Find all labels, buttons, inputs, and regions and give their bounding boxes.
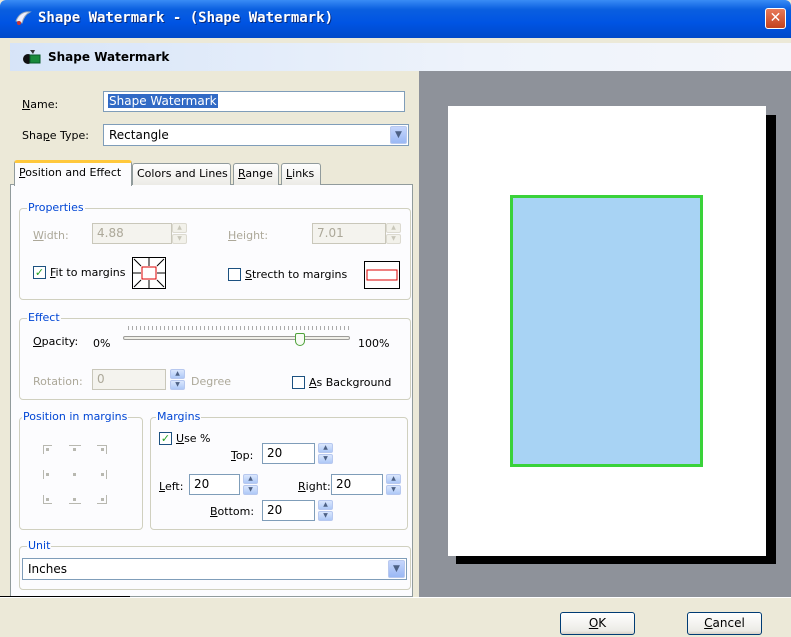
align-top-left-button[interactable] (43, 445, 55, 454)
effect-title: Effect (27, 311, 61, 324)
app-icon (15, 11, 32, 25)
chevron-down-icon[interactable]: ▼ (390, 126, 407, 144)
width-input[interactable]: 4.88 (92, 223, 172, 244)
rotation-input[interactable]: 0 (92, 369, 166, 390)
header-title: Shape Watermark (48, 50, 170, 64)
fit-to-margins-label: Fit to margins (50, 266, 126, 279)
rotation-spinner[interactable]: ▲ ▼ (170, 369, 185, 390)
align-top-center-button[interactable] (69, 445, 81, 454)
right-margin-input[interactable]: 20 (331, 474, 383, 495)
position-group (19, 417, 143, 530)
fit-to-margins-checkbox[interactable]: ✓ (33, 266, 46, 279)
opacity-label: Opacity: (33, 335, 79, 348)
align-bottom-left-button[interactable] (43, 495, 55, 504)
button-bar (0, 597, 791, 637)
height-label: Height: (228, 229, 269, 242)
chevron-down-icon[interactable]: ▼ (388, 560, 405, 578)
top-margin-input[interactable]: 20 (262, 443, 315, 464)
properties-title: Properties (27, 201, 85, 214)
align-bottom-right-button[interactable] (95, 495, 107, 504)
align-middle-left-button[interactable] (43, 470, 55, 479)
unit-title: Unit (27, 539, 52, 552)
degree-label: Degree (191, 375, 232, 388)
watermark-shape-preview (510, 195, 703, 467)
dialog-header: Shape Watermark (0, 43, 791, 71)
position-title: Position in margins (22, 410, 129, 423)
as-background-checkbox[interactable] (292, 376, 305, 389)
height-input[interactable]: 7.01 (312, 223, 386, 244)
tab-colors-lines[interactable]: Colors and Lines (132, 163, 231, 185)
shape-type-select[interactable]: Rectangle ▼ (103, 124, 409, 146)
as-background-label: As Background (309, 376, 392, 389)
bottom-margin-spinner[interactable]: ▲ ▼ (318, 500, 333, 521)
opacity-slider[interactable] (123, 336, 350, 340)
use-percent-checkbox[interactable]: ✓ (159, 432, 172, 445)
properties-group (19, 208, 411, 300)
use-percent-label: Use % (176, 432, 211, 445)
ok-button[interactable]: OK (560, 612, 635, 635)
tab-range[interactable]: Range (233, 163, 279, 185)
tab-position-effect[interactable]: Position and Effect (14, 160, 132, 186)
name-label: Name: (22, 98, 59, 111)
bottom-label: Bottom: (210, 505, 255, 518)
title-bar: Shape Watermark - (Shape Watermark) ✕ (0, 0, 791, 38)
left-margin-input[interactable]: 20 (189, 474, 240, 495)
left-margin-spinner[interactable]: ▲ ▼ (243, 474, 258, 495)
stretch-to-margins-icon (364, 261, 400, 289)
height-spinner[interactable]: ▲ ▼ (386, 223, 401, 244)
opacity-max-label: 100% (358, 337, 390, 350)
opacity-slider-thumb[interactable] (295, 333, 306, 346)
right-margin-spinner[interactable]: ▲ ▼ (386, 474, 401, 495)
top-label: Top: (231, 449, 254, 462)
cancel-button[interactable]: Cancel (687, 612, 762, 635)
opacity-min-label: 0% (93, 337, 111, 350)
unit-select[interactable]: Inches ▼ (22, 558, 407, 580)
align-center-button[interactable] (69, 470, 81, 479)
width-label: Width: (33, 229, 69, 242)
right-label: Right: (298, 480, 331, 493)
top-margin-spinner[interactable]: ▲ ▼ (318, 443, 333, 464)
margins-title: Margins (156, 410, 202, 423)
align-bottom-center-button[interactable] (69, 495, 81, 504)
fit-to-margins-icon (132, 257, 166, 289)
close-button[interactable]: ✕ (765, 8, 786, 29)
stretch-to-margins-label: Strecth to margins (245, 268, 348, 281)
left-label: Left: (159, 480, 184, 493)
bottom-margin-input[interactable]: 20 (262, 500, 315, 521)
divider (0, 596, 130, 597)
align-top-right-button[interactable] (95, 445, 107, 454)
watermark-shape-icon (23, 50, 41, 64)
window-title: Shape Watermark - (Shape Watermark) (38, 10, 334, 26)
left-frame (0, 38, 10, 598)
align-middle-right-button[interactable] (95, 470, 107, 479)
opacity-slider-ticks (128, 326, 350, 330)
shape-type-label: Shape Type: (22, 129, 89, 142)
width-spinner[interactable]: ▲ ▼ (172, 223, 187, 244)
tab-links[interactable]: Links (281, 163, 321, 185)
rotation-label: Rotation: (33, 375, 83, 388)
stretch-to-margins-checkbox[interactable] (228, 268, 241, 281)
name-input[interactable]: Shape Watermark (103, 91, 405, 112)
